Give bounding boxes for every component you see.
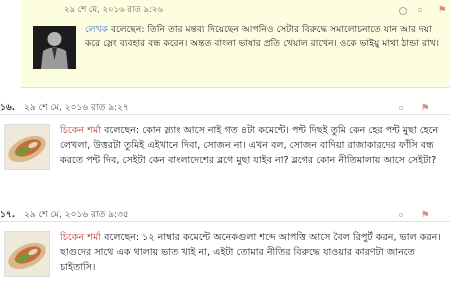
vote-count: ০ [398,211,404,221]
vote-count: ০ [398,104,404,114]
author-name[interactable]: চিকেন শর্মা [60,125,101,136]
comment-date: ২৯ শে মে, ২০১৬ রাত ৯:২৭ [24,103,129,113]
said-label: বলেছেন: [104,232,140,243]
comment-date: ২৯ শে মে, ২০১৬ রাত ৯:২৬ [64,3,163,17]
said-label: বলেছেন: [110,24,145,35]
divider [0,221,450,222]
comment-thread: ২৯ শে মে, ২০১৬ রাত ৯:২৬ ০ ⚑ লেখক বলেছেন:… [0,0,450,303]
avatar [33,26,76,69]
reply-icon[interactable] [399,6,407,15]
date-text: ২৯ শে মে, ২০১৬ রাত ৯:২৬ [64,5,163,15]
vote-count: ০ [417,6,423,16]
author-comment: ২৯ শে মে, ২০১৬ রাত ৯:২৬ ০ ⚑ লেখক বলেছেন:… [21,0,450,88]
divider [0,114,450,115]
avatar [4,231,50,277]
comment-header: ১৭. ২৯ শে মে, ২০১৬ রাত ৯:৩৫ [0,207,450,222]
comment-header: ১৬. ২৯ শে মে, ২০১৬ রাত ৯:২৭ [0,100,450,115]
comment-body: লেখক বলেছেন: তিনি তার মন্তব্য দিয়েছেন আ… [85,23,445,50]
comment-body: চিকেন শর্মা বলেছেন: কোন স্ল্যাং আসে নাই … [60,123,442,168]
comment-number: ১৬. [0,103,16,113]
comment-body: চিকেন শর্মা বলেছেন: ১২ নাম্বার কমেন্টে অ… [60,230,442,275]
flag-icon[interactable]: ⚑ [421,210,430,221]
comment-number: ১৭. [0,210,16,220]
comment-date: ২৯ শে মে, ২০১৬ রাত ৯:৩৫ [24,210,129,220]
flag-icon[interactable]: ⚑ [421,103,430,114]
avatar [4,124,50,170]
said-label: বলেছেন: [104,125,140,136]
author-name[interactable]: চিকেন শর্মা [60,232,101,243]
author-name[interactable]: লেখক [85,24,108,35]
comment-controls: ০ ⚑ [399,3,447,18]
flag-icon[interactable]: ⚑ [438,5,447,16]
